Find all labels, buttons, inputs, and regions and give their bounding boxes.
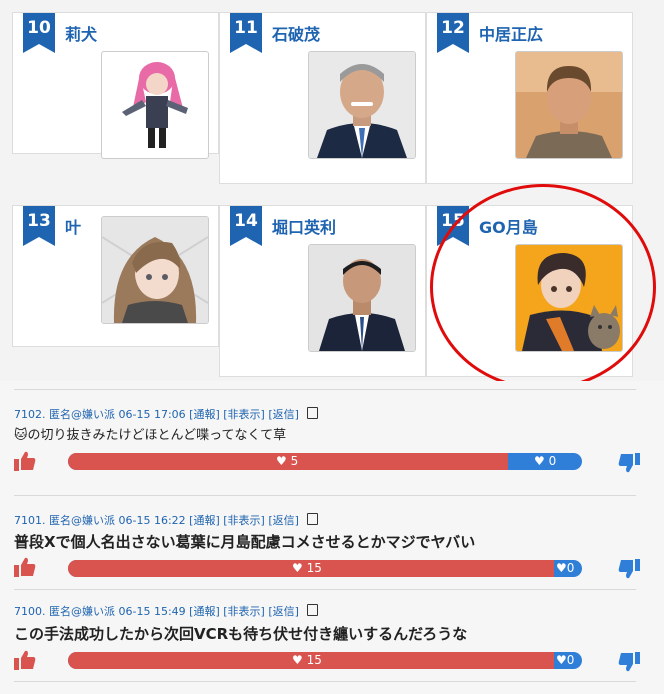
rank-number: 10 bbox=[27, 18, 51, 38]
comment-meta: 7101. 匿名@嫌い派 06-15 16:22 [通報] [非表示] [返信] bbox=[14, 512, 319, 528]
copy-icon[interactable] bbox=[307, 604, 319, 616]
comment-author: 匿名@嫌い派 bbox=[49, 408, 115, 421]
broken-heart-icon: ♥ bbox=[534, 454, 545, 468]
copy-icon[interactable] bbox=[307, 407, 319, 419]
bad-count: 0 bbox=[566, 653, 575, 667]
comment-number[interactable]: 7102. bbox=[14, 408, 46, 421]
comment-meta: 7102. 匿名@嫌い派 06-15 17:06 [通報] [非表示] [返信] bbox=[14, 406, 319, 422]
rank-badge: 11 bbox=[230, 13, 262, 53]
thumbs-up-icon[interactable] bbox=[14, 451, 36, 471]
ranking-grid: 10 莉犬 11 石破茂 12 中居正広 13 叶 14 堀口英利 15 GO月… bbox=[0, 0, 664, 380]
heart-icon: ♥ bbox=[292, 653, 303, 667]
comment-list: 7102. 匿名@嫌い派 06-15 17:06 [通報] [非表示] [返信]… bbox=[0, 381, 664, 694]
rank-number: 14 bbox=[234, 211, 258, 231]
comment-datetime: 06-15 15:49 bbox=[118, 605, 186, 618]
heart-icon: ♥ bbox=[292, 561, 303, 575]
ranking-card[interactable]: 14 堀口英利 bbox=[219, 205, 426, 377]
report-link[interactable]: [通報] bbox=[189, 514, 220, 527]
vote-bar: ♥ 15 ♥0 bbox=[68, 560, 582, 577]
broken-heart-icon: ♥ bbox=[556, 561, 567, 575]
rank-badge: 14 bbox=[230, 206, 262, 246]
divider bbox=[14, 389, 636, 390]
thumbs-down-icon[interactable] bbox=[618, 559, 640, 579]
ranking-photo[interactable] bbox=[101, 51, 209, 159]
hide-link[interactable]: [非表示] bbox=[223, 408, 265, 421]
rank-badge: 12 bbox=[437, 13, 469, 53]
rank-badge: 13 bbox=[23, 206, 55, 246]
bad-count: 0 bbox=[548, 454, 557, 468]
good-count: 5 bbox=[290, 454, 299, 468]
heart-icon: ♥ bbox=[276, 454, 287, 468]
ranking-card[interactable]: 12 中居正広 bbox=[426, 12, 633, 184]
ranking-card[interactable]: 11 石破茂 bbox=[219, 12, 426, 184]
ranking-card[interactable]: 10 莉犬 bbox=[12, 12, 219, 159]
good-count: 15 bbox=[306, 653, 322, 667]
thumbs-up-icon[interactable] bbox=[14, 557, 36, 577]
rank-badge: 10 bbox=[23, 13, 55, 53]
thumbs-up-icon[interactable] bbox=[14, 650, 36, 670]
ranking-photo[interactable] bbox=[308, 244, 416, 352]
bad-count: 0 bbox=[566, 561, 575, 575]
comment-text: 🐱の切り抜きみたけどほとんど喋ってなくて草 bbox=[14, 428, 287, 443]
ranking-name[interactable]: 莉犬 bbox=[65, 21, 97, 45]
reply-link[interactable]: [返信] bbox=[268, 408, 299, 421]
ranking-card[interactable]: 15 GO月島 bbox=[426, 205, 633, 377]
ranking-photo[interactable] bbox=[308, 51, 416, 159]
thumbs-down-icon[interactable] bbox=[618, 453, 640, 473]
reply-link[interactable]: [返信] bbox=[268, 605, 299, 618]
ranking-name[interactable]: GO月島 bbox=[479, 214, 538, 238]
reply-link[interactable]: [返信] bbox=[268, 514, 299, 527]
divider bbox=[14, 495, 636, 496]
broken-heart-icon: ♥ bbox=[556, 653, 567, 667]
divider bbox=[14, 681, 636, 682]
rank-number: 15 bbox=[441, 211, 465, 231]
comment-number[interactable]: 7100. bbox=[14, 605, 46, 618]
comment-datetime: 06-15 17:06 bbox=[118, 408, 186, 421]
rank-number: 11 bbox=[234, 18, 258, 38]
report-link[interactable]: [通報] bbox=[189, 605, 220, 618]
comment-author: 匿名@嫌い派 bbox=[49, 514, 115, 527]
rank-number: 13 bbox=[27, 211, 51, 231]
hide-link[interactable]: [非表示] bbox=[223, 514, 265, 527]
divider bbox=[14, 589, 636, 590]
ranking-photo[interactable] bbox=[515, 244, 623, 352]
copy-icon[interactable] bbox=[307, 513, 319, 525]
ranking-card[interactable]: 13 叶 bbox=[12, 205, 219, 347]
comment-text: この手法成功したから次回VCRも待ち伏せ付き纏いするんだろうな bbox=[14, 625, 468, 643]
ranking-name[interactable]: 叶 bbox=[65, 214, 81, 238]
rank-number: 12 bbox=[441, 18, 465, 38]
ranking-name[interactable]: 中居正広 bbox=[479, 21, 543, 45]
comment-meta: 7100. 匿名@嫌い派 06-15 15:49 [通報] [非表示] [返信] bbox=[14, 603, 319, 619]
hide-link[interactable]: [非表示] bbox=[223, 605, 265, 618]
comment-number[interactable]: 7101. bbox=[14, 514, 46, 527]
thumbs-down-icon[interactable] bbox=[618, 652, 640, 672]
ranking-name[interactable]: 堀口英利 bbox=[272, 214, 336, 238]
comment-author: 匿名@嫌い派 bbox=[49, 605, 115, 618]
ranking-name[interactable]: 石破茂 bbox=[272, 21, 320, 45]
vote-bar: ♥ 5 ♥ 0 bbox=[68, 453, 582, 470]
ranking-photo[interactable] bbox=[515, 51, 623, 159]
vote-bar: ♥ 15 ♥0 bbox=[68, 652, 582, 669]
good-count: 15 bbox=[306, 561, 322, 575]
rank-badge: 15 bbox=[437, 206, 469, 246]
report-link[interactable]: [通報] bbox=[189, 408, 220, 421]
comment-datetime: 06-15 16:22 bbox=[118, 514, 186, 527]
ranking-photo[interactable] bbox=[101, 216, 209, 324]
comment-text: 普段Xで個人名出さない葛葉に月島配慮コメさせるとかマジでヤバい bbox=[14, 533, 476, 551]
